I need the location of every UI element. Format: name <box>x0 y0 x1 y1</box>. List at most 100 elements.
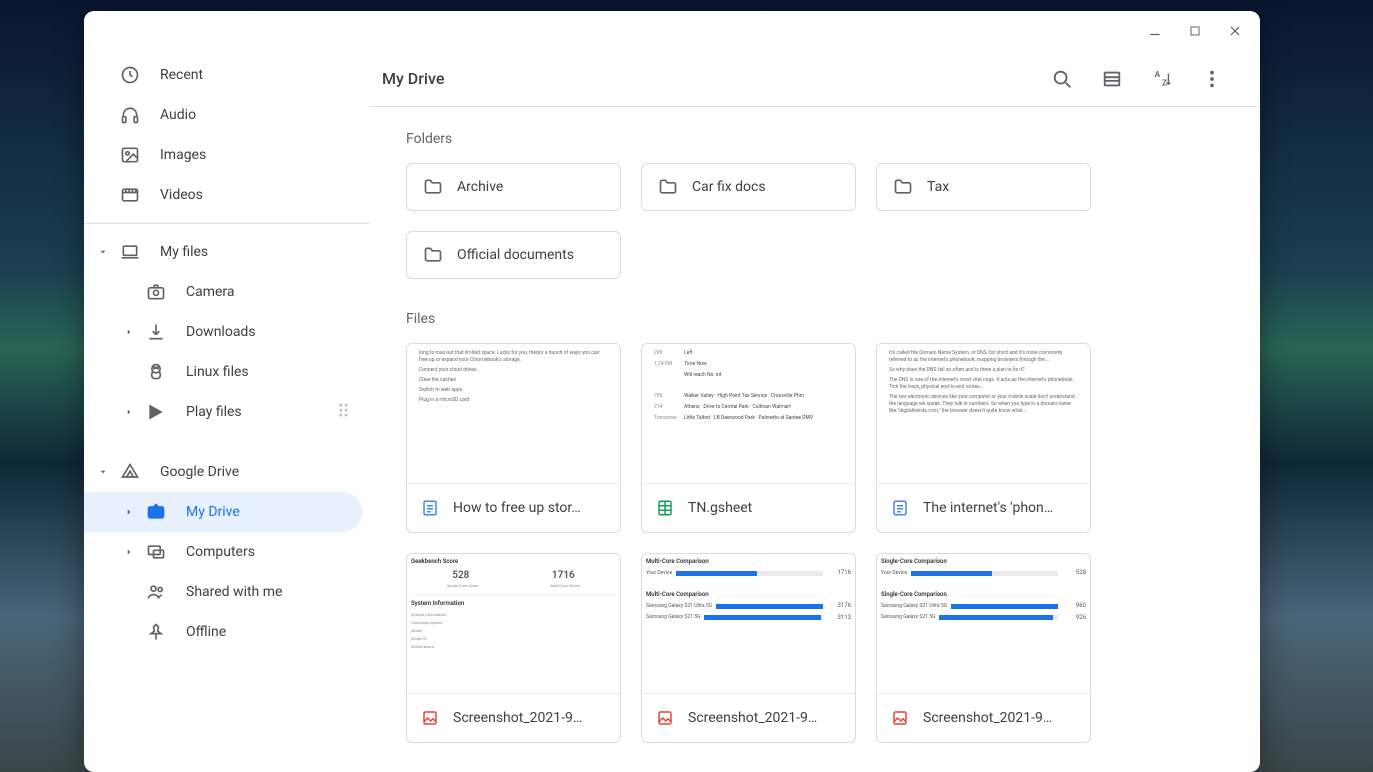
folders-section-title: Folders <box>406 131 1224 147</box>
sidebar-item-audio[interactable]: Audio <box>84 95 362 135</box>
minimize-icon <box>1148 24 1162 38</box>
image-file-icon <box>891 709 909 727</box>
search-icon <box>1051 68 1073 90</box>
gsheet-icon <box>656 499 674 517</box>
file-thumbnail: long to max out that limited space. Luck… <box>407 344 620 484</box>
main-area: My Drive AZ Folders <box>370 51 1260 772</box>
file-card[interactable]: 209Left 1:24 PMTime Now Will reach No. i… <box>641 343 856 533</box>
sidebar-item-recent[interactable]: Recent <box>84 55 362 95</box>
file-name: Screenshot_2021-9… <box>688 710 817 726</box>
sidebar-item-offline[interactable]: Offline <box>84 612 362 652</box>
files-grid: long to max out that limited space. Luck… <box>406 343 1224 743</box>
chevron-down-icon <box>98 247 108 257</box>
headphones-icon <box>118 103 142 127</box>
sidebar-item-googledrive[interactable]: Google Drive <box>84 452 362 492</box>
file-thumbnail: Single-Core Comparison Your Device528 Si… <box>877 554 1090 694</box>
sidebar-label-computers: Computers <box>186 544 362 560</box>
folder-name: Archive <box>457 179 503 195</box>
chevron-right-icon <box>124 407 134 417</box>
svg-text:A: A <box>1155 70 1161 80</box>
chevron-right-icon <box>124 547 134 557</box>
laptop-icon <box>118 240 142 264</box>
chevron-down-icon <box>98 467 108 477</box>
sidebar-label-googledrive: Google Drive <box>160 464 362 480</box>
file-thumbnail: 209Left 1:24 PMTime Now Will reach No. i… <box>642 344 855 484</box>
files-section-title: Files <box>406 311 1224 327</box>
folder-icon <box>893 177 913 197</box>
sidebar: Recent Audio Images Videos <box>84 51 370 772</box>
my-drive-icon <box>144 500 168 524</box>
svg-text:Z: Z <box>1162 78 1167 88</box>
file-name: Screenshot_2021-9… <box>923 710 1052 726</box>
file-card[interactable]: Multi-Core Comparison Your Device1716 Mu… <box>641 553 856 743</box>
close-icon <box>1228 24 1242 38</box>
sidebar-label-videos: Videos <box>160 187 362 203</box>
chevron-right-icon <box>124 507 134 517</box>
more-vertical-icon <box>1201 68 1223 90</box>
list-view-icon <box>1101 68 1123 90</box>
search-button[interactable] <box>1042 59 1082 99</box>
file-thumbnail: It's called the Domain Name System, or D… <box>877 344 1090 484</box>
file-card[interactable]: Geekbench Score 5281716 Single-Core Scor… <box>406 553 621 743</box>
sidebar-item-downloads[interactable]: Downloads <box>84 312 362 352</box>
file-card[interactable]: long to max out that limited space. Luck… <box>406 343 621 533</box>
sidebar-item-playfiles[interactable]: Play files ⠿ <box>84 392 362 432</box>
sidebar-label-offline: Offline <box>186 624 362 640</box>
window-close-button[interactable] <box>1216 12 1254 50</box>
computers-icon <box>144 540 168 564</box>
content-area: Folders Archive Car fix docs Tax <box>370 107 1260 772</box>
pin-icon <box>144 620 168 644</box>
file-name: TN.gsheet <box>688 500 752 516</box>
download-icon <box>144 320 168 344</box>
sidebar-label-mydrive: My Drive <box>186 504 362 520</box>
file-card[interactable]: It's called the Domain Name System, or D… <box>876 343 1091 533</box>
sidebar-item-myfiles[interactable]: My files <box>84 232 362 272</box>
file-thumbnail: Multi-Core Comparison Your Device1716 Mu… <box>642 554 855 694</box>
file-card[interactable]: Single-Core Comparison Your Device528 Si… <box>876 553 1091 743</box>
folder-icon <box>658 177 678 197</box>
movie-icon <box>118 183 142 207</box>
image-file-icon <box>421 709 439 727</box>
sidebar-item-camera[interactable]: Camera <box>84 272 362 312</box>
folder-name: Official documents <box>457 247 574 263</box>
folder-icon <box>423 177 443 197</box>
sort-button[interactable]: AZ <box>1142 59 1182 99</box>
people-icon <box>144 580 168 604</box>
folder-card[interactable]: Tax <box>876 163 1091 211</box>
files-app-window: Recent Audio Images Videos <box>84 11 1260 772</box>
sidebar-item-images[interactable]: Images <box>84 135 362 175</box>
clock-icon <box>118 63 142 87</box>
file-thumbnail: Geekbench Score 5281716 Single-Core Scor… <box>407 554 620 694</box>
file-name: The internet's 'phon… <box>923 500 1053 516</box>
sidebar-label-shared: Shared with me <box>186 584 362 600</box>
folder-card[interactable]: Official documents <box>406 231 621 279</box>
page-title: My Drive <box>382 69 444 88</box>
folders-grid: Archive Car fix docs Tax Official docume… <box>406 163 1224 279</box>
folder-card[interactable]: Archive <box>406 163 621 211</box>
camera-icon <box>144 280 168 304</box>
sidebar-item-shared[interactable]: Shared with me <box>84 572 362 612</box>
folder-card[interactable]: Car fix docs <box>641 163 856 211</box>
sidebar-label-downloads: Downloads <box>186 324 362 340</box>
image-icon <box>118 143 142 167</box>
file-name: How to free up stor… <box>453 500 581 516</box>
sidebar-item-videos[interactable]: Videos <box>84 175 362 215</box>
folder-name: Tax <box>927 179 949 195</box>
main-header: My Drive AZ <box>370 51 1260 107</box>
gdoc-icon <box>891 499 909 517</box>
sidebar-item-mydrive[interactable]: My Drive <box>84 492 362 532</box>
chevron-right-icon <box>124 327 134 337</box>
window-maximize-button[interactable] <box>1176 12 1214 50</box>
play-icon <box>144 400 168 424</box>
sidebar-label-playfiles: Play files <box>186 404 337 420</box>
view-list-button[interactable] <box>1092 59 1132 99</box>
window-minimize-button[interactable] <box>1136 12 1174 50</box>
sidebar-item-computers[interactable]: Computers <box>84 532 362 572</box>
sidebar-item-linux[interactable]: Linux files <box>84 352 362 392</box>
drag-handle-icon[interactable]: ⠿ <box>337 402 352 423</box>
sidebar-label-linux: Linux files <box>186 364 362 380</box>
more-options-button[interactable] <box>1192 59 1232 99</box>
sidebar-divider <box>84 223 370 224</box>
body-area: Recent Audio Images Videos <box>84 51 1260 772</box>
folder-name: Car fix docs <box>692 179 766 195</box>
